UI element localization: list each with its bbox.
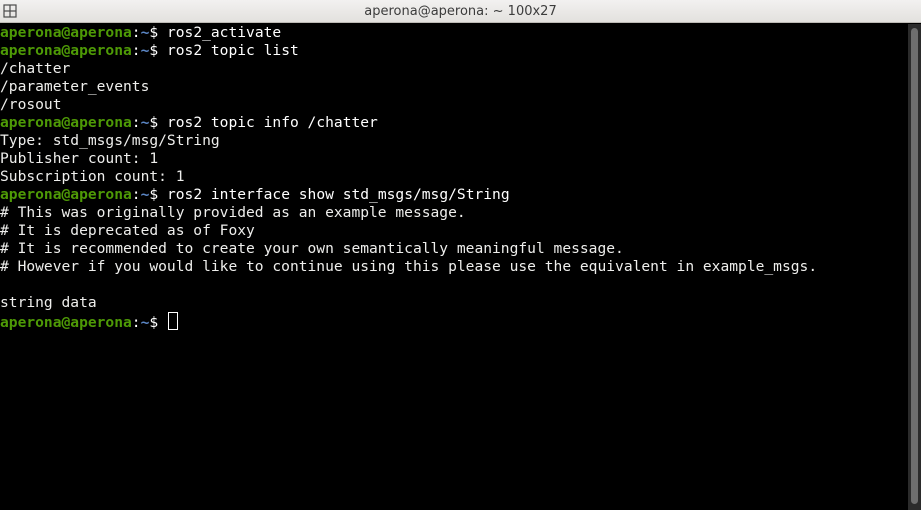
- command-line: aperona@aperona:~$ ros2 topic info /chat…: [0, 114, 908, 132]
- terminal-window: aperona@aperona: ~ 100x27 aperona@aperon…: [0, 0, 921, 510]
- active-prompt-line[interactable]: aperona@aperona:~$: [0, 312, 908, 331]
- prompt-symbol: $: [149, 186, 167, 203]
- prompt-colon: :: [131, 314, 141, 331]
- output-line: # It is recommended to create your own s…: [0, 240, 624, 257]
- command-text: ros2_activate: [166, 24, 282, 41]
- output-line: /chatter: [0, 60, 71, 77]
- terminal-output[interactable]: aperona@aperona:~$ ros2_activate aperona…: [0, 24, 908, 510]
- output-line: /rosout: [0, 96, 62, 113]
- output-line: # However if you would like to continue …: [0, 258, 818, 275]
- command-line: aperona@aperona:~$ ros2 topic list: [0, 42, 908, 60]
- prompt-colon: :: [131, 24, 141, 41]
- command-text: ros2 topic info /chatter: [166, 114, 378, 131]
- prompt-symbol: $: [149, 114, 167, 131]
- output-line: string data: [0, 294, 97, 311]
- text-cursor: [167, 312, 178, 330]
- prompt-symbol: $: [149, 24, 167, 41]
- prompt-symbol: $: [149, 42, 167, 59]
- prompt-user: aperona@aperona: [0, 186, 132, 203]
- prompt-symbol: $: [149, 314, 167, 331]
- vertical-scrollbar[interactable]: [908, 24, 921, 510]
- output-line: Subscription count: 1: [0, 168, 185, 185]
- output-line: # It is deprecated as of Foxy: [0, 222, 255, 239]
- prompt-user: aperona@aperona: [0, 114, 132, 131]
- command-line: aperona@aperona:~$ ros2_activate: [0, 24, 908, 42]
- prompt-colon: :: [131, 186, 141, 203]
- prompt-user: aperona@aperona: [0, 314, 132, 331]
- prompt-colon: :: [131, 114, 141, 131]
- scrollbar-thumb[interactable]: [911, 28, 918, 504]
- window-title: aperona@aperona: ~ 100x27: [364, 4, 557, 19]
- title-bar[interactable]: aperona@aperona: ~ 100x27: [0, 0, 921, 23]
- output-line: Publisher count: 1: [0, 150, 159, 167]
- prompt-user: aperona@aperona: [0, 24, 132, 41]
- command-text: ros2 topic list: [166, 42, 299, 59]
- output-line: Type: std_msgs/msg/String: [0, 132, 220, 149]
- prompt-user: aperona@aperona: [0, 42, 132, 59]
- prompt-colon: :: [131, 42, 141, 59]
- output-line: /parameter_events: [0, 78, 150, 95]
- output-line: # This was originally provided as an exa…: [0, 204, 466, 221]
- command-text: ros2 interface show std_msgs/msg/String: [166, 186, 510, 203]
- command-line: aperona@aperona:~$ ros2 interface show s…: [0, 186, 908, 204]
